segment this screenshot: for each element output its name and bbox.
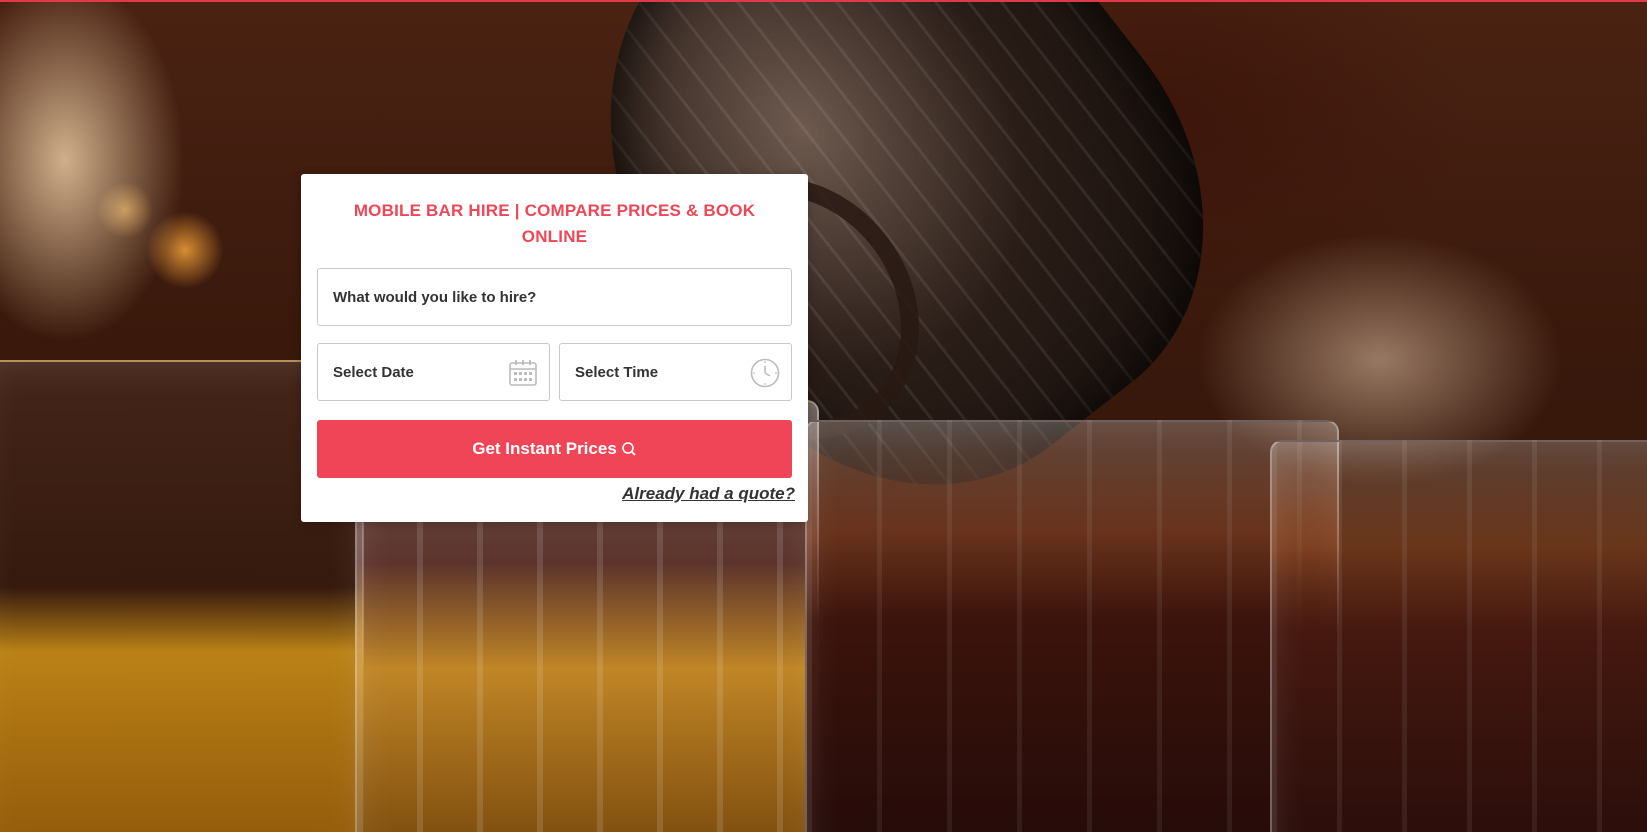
- search-card: MOBILE BAR HIRE | COMPARE PRICES & BOOK …: [301, 174, 808, 522]
- glass-far-right-image-area: [1270, 440, 1647, 832]
- already-had-quote-link[interactable]: Already had a quote?: [501, 484, 795, 504]
- search-icon: [621, 441, 637, 457]
- card-title: MOBILE BAR HIRE | COMPARE PRICES & BOOK …: [353, 201, 756, 246]
- top-accent-strip: [0, 0, 1647, 2]
- get-instant-prices-button[interactable]: Get Instant Prices: [317, 420, 792, 478]
- glass-right-image-area: [805, 420, 1339, 832]
- calendar-icon: [507, 357, 539, 389]
- hire-search-input[interactable]: [317, 268, 792, 326]
- clock-icon: [749, 357, 781, 389]
- hero-background-image: [0, 0, 1647, 832]
- get-instant-prices-label: Get Instant Prices: [472, 439, 617, 458]
